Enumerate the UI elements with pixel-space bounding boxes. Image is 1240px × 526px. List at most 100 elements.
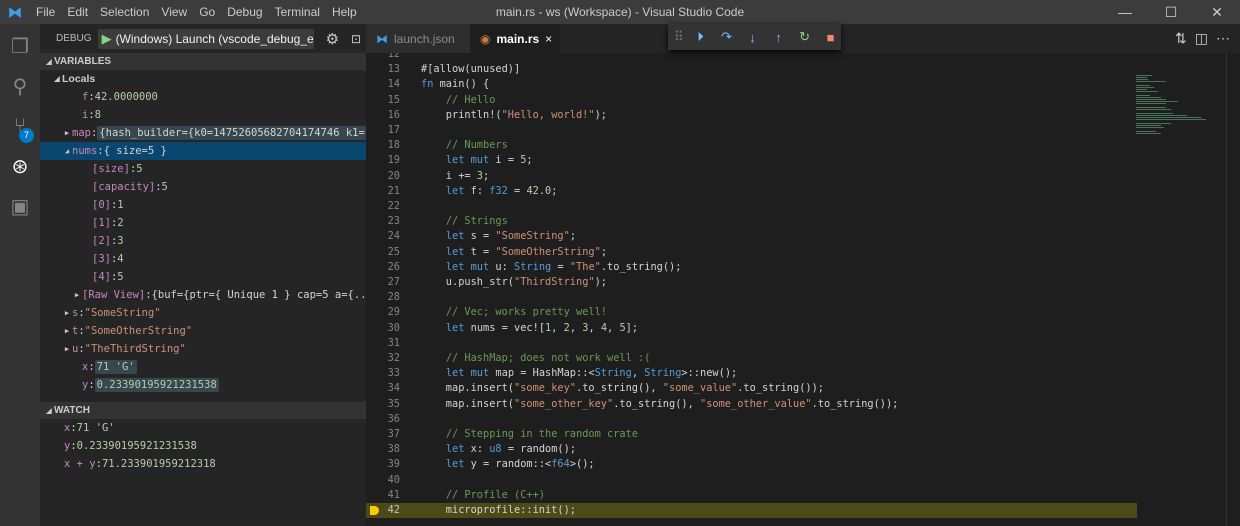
stop-icon[interactable]: ■ [822, 30, 840, 45]
code-line[interactable]: 42 microprofile::init(); [366, 503, 1137, 518]
menu-debug[interactable]: Debug [221, 5, 268, 19]
step-out-icon[interactable]: ↑ [770, 30, 788, 45]
menu-terminal[interactable]: Terminal [269, 5, 326, 19]
variable-row[interactable]: [1]: 2 [40, 214, 366, 232]
code-line[interactable]: 25 let t = "SomeOtherString"; [366, 245, 1137, 260]
continue-icon[interactable]: ⏵ [692, 29, 710, 45]
start-debugging-icon[interactable]: ▶ [102, 31, 112, 47]
variable-row[interactable]: ◢nums: { size=5 } [40, 142, 366, 160]
variable-row[interactable]: [3]: 4 [40, 250, 366, 268]
menu-view[interactable]: View [155, 5, 193, 19]
search-icon[interactable]: ⚲ [0, 66, 40, 106]
code-line[interactable]: 31 [366, 336, 1137, 351]
code-line[interactable]: 22 [366, 199, 1137, 214]
code-line[interactable]: 14fn main() { [366, 77, 1137, 92]
code-token [421, 139, 446, 151]
restart-icon[interactable]: ↻ [796, 29, 814, 45]
variable-row[interactable]: ▶s: "SomeString" [40, 304, 366, 322]
code-line[interactable]: 30 let nums = vec![1, 2, 3, 4, 5]; [366, 321, 1137, 336]
code-line[interactable]: 18 // Numbers [366, 138, 1137, 153]
variable-row[interactable]: [4]: 5 [40, 268, 366, 286]
watch-section-header[interactable]: ◢WATCH [40, 402, 366, 419]
variable-row[interactable]: [2]: 3 [40, 232, 366, 250]
debug-console-icon[interactable]: ⊡ [351, 32, 361, 46]
variable-row[interactable]: [capacity]: 5 [40, 178, 366, 196]
tab-main-rs[interactable]: ◉main.rs× [470, 24, 560, 53]
code-line[interactable]: 19 let mut i = 5; [366, 153, 1137, 168]
scope-locals[interactable]: ◢Locals [40, 70, 366, 88]
menu-help[interactable]: Help [326, 5, 363, 19]
variable-row[interactable]: ▶u: "TheThirdString" [40, 340, 366, 358]
variables-section-header[interactable]: ◢VARIABLES [40, 53, 366, 70]
debug-icon[interactable]: ⊛ [0, 146, 40, 186]
code-line[interactable]: 26 let mut u: String = "The".to_string()… [366, 260, 1137, 275]
variable-row[interactable]: ▶t: "SomeOtherString" [40, 322, 366, 340]
code-line[interactable]: 17 [366, 123, 1137, 138]
line-number: 17 [366, 123, 400, 138]
variable-row[interactable]: y: 0.23390195921231538 [40, 376, 366, 394]
code-line[interactable]: 15 // Hello [366, 93, 1137, 108]
code-line[interactable]: 37 // Stepping in the random crate [366, 427, 1137, 442]
code-line[interactable]: 39 let y = random::<f64>(); [366, 457, 1137, 472]
extensions-icon[interactable]: ▣ [0, 186, 40, 226]
menu-selection[interactable]: Selection [94, 5, 155, 19]
line-number: 25 [366, 245, 400, 260]
variable-row[interactable]: [0]: 1 [40, 196, 366, 214]
code-line[interactable]: 27 u.push_str("ThirdString"); [366, 275, 1137, 290]
variable-row[interactable]: i: 8 [40, 106, 366, 124]
menu-go[interactable]: Go [193, 5, 221, 19]
drag-handle-icon[interactable]: ⠿ [674, 29, 684, 45]
minimize-button[interactable]: — [1102, 0, 1148, 24]
variable-row[interactable]: ▶map: {hash_builder={k0=1475260568270417… [40, 124, 366, 142]
code-line[interactable]: 41 // Profile (C++) [366, 488, 1137, 503]
close-tab-icon[interactable]: × [545, 32, 552, 46]
code-line[interactable]: 36 [366, 412, 1137, 427]
gear-icon[interactable]: ⚙ [326, 30, 339, 48]
menu-file[interactable]: File [30, 5, 61, 19]
code-line[interactable]: 21 let f: f32 = 42.0; [366, 184, 1137, 199]
code-line[interactable]: 28 [366, 290, 1137, 305]
code-line[interactable]: 40 [366, 473, 1137, 488]
step-over-icon[interactable]: ↷ [718, 29, 736, 45]
code-line[interactable]: 35 map.insert("some_other_key".to_string… [366, 397, 1137, 412]
variable-row[interactable]: x: 71 'G' [40, 358, 366, 376]
variable-row[interactable]: [size]: 5 [40, 160, 366, 178]
code-line[interactable]: 23 // Strings [366, 214, 1137, 229]
code-line[interactable]: 33 let mut map = HashMap::<String, Strin… [366, 366, 1137, 381]
line-number: 18 [366, 138, 400, 153]
minimap[interactable] [1134, 53, 1214, 133]
watch-row[interactable]: x: 71 'G' [40, 419, 366, 437]
more-actions-icon[interactable]: ⋯ [1216, 30, 1230, 47]
variable-row[interactable]: ▶[Raw View]: {buf={ptr={ Unique 1 } cap=… [40, 286, 366, 304]
source-control-icon[interactable]: ⑂7 [0, 106, 40, 146]
code-line[interactable]: 32 // HashMap; does not work well :( [366, 351, 1137, 366]
close-window-button[interactable]: ✕ [1194, 0, 1240, 24]
explorer-icon[interactable]: ❐ [0, 26, 40, 66]
launch-config-select[interactable]: ▶ (Windows) Launch (vscode_debug_exa ▼ [98, 29, 314, 49]
watch-row[interactable]: y: 0.23390195921231538 [40, 437, 366, 455]
code-token: let mut [446, 261, 489, 273]
variable-row[interactable]: f: 42.0000000 [40, 88, 366, 106]
code-line[interactable]: 29 // Vec; works pretty well! [366, 305, 1137, 320]
minimap-line [1136, 99, 1166, 100]
maximize-button[interactable]: ☐ [1148, 0, 1194, 24]
code-line[interactable]: 24 let s = "SomeString"; [366, 229, 1137, 244]
code-line[interactable]: 34 map.insert("some_key".to_string(), "s… [366, 381, 1137, 396]
code-line[interactable]: 12 [366, 53, 1137, 62]
code-text: // HashMap; does not work well :( [421, 351, 650, 366]
variable-value: {hash_builder={k0=14752605682704174746 k… [97, 126, 366, 140]
code-line[interactable]: 38 let x: u8 = random(); [366, 442, 1137, 457]
code-editor[interactable]: 1213#[allow(unused)]14fn main() {15 // H… [366, 53, 1240, 526]
watch-row[interactable]: x + y: 71.233901959212318 [40, 455, 366, 473]
step-into-icon[interactable]: ↓ [744, 30, 762, 45]
code-line[interactable]: 16 println!("Hello, world!"); [366, 108, 1137, 123]
code-line[interactable]: 20 i += 3; [366, 169, 1137, 184]
editor-scrollbar[interactable] [1226, 53, 1240, 526]
code-line[interactable]: 13#[allow(unused)] [366, 62, 1137, 77]
menu-edit[interactable]: Edit [61, 5, 94, 19]
variables-header-label: VARIABLES [54, 56, 111, 67]
line-number: 42 [366, 503, 400, 518]
tab-launch-json[interactable]: ⧓launch.json [366, 24, 470, 53]
split-editor-icon[interactable]: ◫ [1195, 30, 1208, 47]
open-changes-icon[interactable]: ⇅ [1175, 30, 1187, 47]
